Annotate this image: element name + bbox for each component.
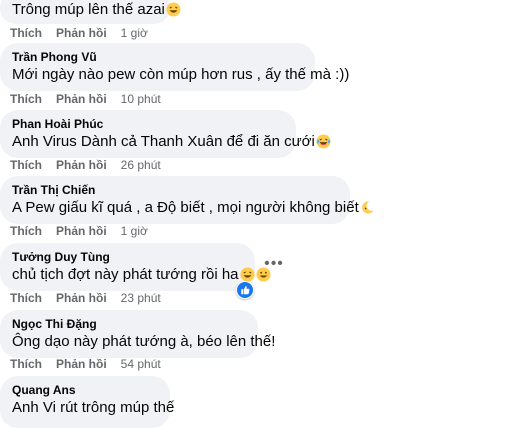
comment-text: Anh Vi rút trông múp thế: [12, 399, 175, 416]
comment-author[interactable]: Ngọc Thi Đặng: [12, 316, 246, 332]
comment-author[interactable]: Quang Ans: [12, 382, 158, 398]
comment-bubble: Phan Hoài Phúc Anh Virus Dành cả Thanh X…: [0, 110, 331, 158]
reply-button[interactable]: Phản hồi: [56, 158, 107, 172]
comment-timestamp[interactable]: 1 giờ: [121, 224, 148, 238]
comment-actions: Thích Phản hồi 10 phút: [10, 91, 161, 107]
like-reaction-icon[interactable]: [236, 281, 254, 299]
like-button[interactable]: Thích: [10, 158, 42, 172]
comment-actions: Thích Phản hồi 26 phút: [10, 157, 161, 173]
comment-timestamp[interactable]: 23 phút: [121, 291, 161, 305]
comment-bubble: Quang Ans Anh Vi rút trông múp thế: [0, 376, 174, 428]
comment-author[interactable]: Trần Thị Chiến: [12, 182, 338, 198]
comment-author[interactable]: Trần Phong Vũ: [12, 49, 303, 65]
like-button[interactable]: Thích: [10, 26, 42, 40]
comment-bubble: Ngọc Thi Đặng Ông dạo này phát tướng à, …: [0, 310, 275, 358]
comment-author[interactable]: Tưởng Duy Tùng: [12, 249, 243, 265]
comment-author[interactable]: Phan Hoài Phúc: [12, 116, 284, 132]
comment-timestamp[interactable]: 26 phút: [121, 158, 161, 172]
like-button[interactable]: Thích: [10, 291, 42, 305]
like-button[interactable]: Thích: [10, 357, 42, 371]
comment-timestamp[interactable]: 10 phút: [121, 92, 161, 106]
comment-text: A Pew giấu kĩ quá , a Độ biết , mọi ngườ…: [12, 199, 359, 216]
grinning-emoji: [239, 267, 255, 282]
comment-bubble: Tưởng Duy Tùng chủ tịch đợt này phát tướ…: [0, 243, 271, 291]
like-button[interactable]: Thích: [10, 92, 42, 106]
comment-timestamp[interactable]: 54 phút: [121, 357, 161, 371]
more-options-icon[interactable]: •••: [260, 256, 288, 277]
comment-timestamp[interactable]: 1 giờ: [121, 26, 148, 40]
laughing-tears-emoji: [316, 134, 331, 149]
comment-actions: Thích Phản hồi 23 phút: [10, 290, 161, 306]
comment-text: Trông múp lên thế azai: [12, 1, 165, 18]
comment-actions: Thích Phản hồi 1 giờ: [10, 25, 148, 41]
laughing-emoji: [166, 2, 181, 17]
comment-bubble: Trần Phong Vũ Mới ngày nào pew còn múp h…: [0, 43, 349, 91]
reply-button[interactable]: Phản hồi: [56, 26, 107, 40]
comment-bubble: Trần Thị Chiến A Pew giấu kĩ quá , a Độ …: [0, 176, 374, 224]
comment-text: chủ tịch đợt này phát tướng rồi ha: [12, 266, 239, 283]
comment-bubble: Trông múp lên thế azai: [0, 0, 181, 24]
comment-text: Ông dạo này phát tướng à, béo lên thế!: [12, 333, 276, 350]
reply-button[interactable]: Phản hồi: [56, 224, 107, 238]
reply-button[interactable]: Phản hồi: [56, 92, 107, 106]
comment-actions: Thích Phản hồi 1 giờ: [10, 223, 148, 239]
reply-button[interactable]: Phản hồi: [56, 357, 107, 371]
reply-button[interactable]: Phản hồi: [56, 291, 107, 305]
comment-text: Mới ngày nào pew còn múp hơn rus , ấy th…: [12, 66, 350, 83]
crescent-moon-emoji: [361, 201, 374, 214]
like-button[interactable]: Thích: [10, 224, 42, 238]
comment-actions: Thích Phản hồi 54 phút: [10, 356, 161, 372]
comment-text: Anh Virus Dành cả Thanh Xuân để đi ăn cư…: [12, 133, 315, 150]
